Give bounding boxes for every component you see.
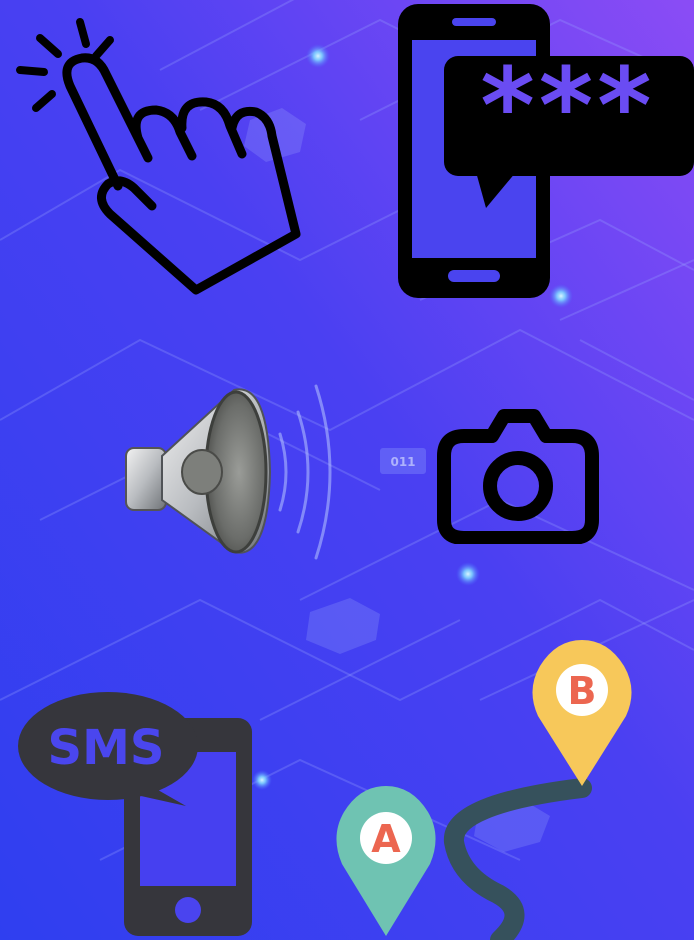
- svg-text:SMS: SMS: [48, 720, 165, 776]
- tap-gesture-icon: [16, 18, 301, 295]
- circuit-tag: 011: [380, 448, 426, 474]
- feature-icons-canvas: 011 *** SMS B A: [0, 0, 694, 940]
- phone-password-icon: ***: [398, 4, 694, 298]
- sms-phone-icon: SMS: [18, 692, 252, 936]
- speaker-sound-icon: [125, 384, 332, 560]
- camera-icon: [437, 409, 599, 544]
- route-map-icon: B A: [336, 640, 632, 940]
- pin-a: A: [336, 786, 436, 936]
- svg-text:***: ***: [480, 45, 655, 167]
- svg-text:011: 011: [390, 455, 415, 469]
- svg-text:B: B: [568, 669, 597, 713]
- pin-b: B: [532, 640, 632, 786]
- svg-text:A: A: [371, 817, 401, 861]
